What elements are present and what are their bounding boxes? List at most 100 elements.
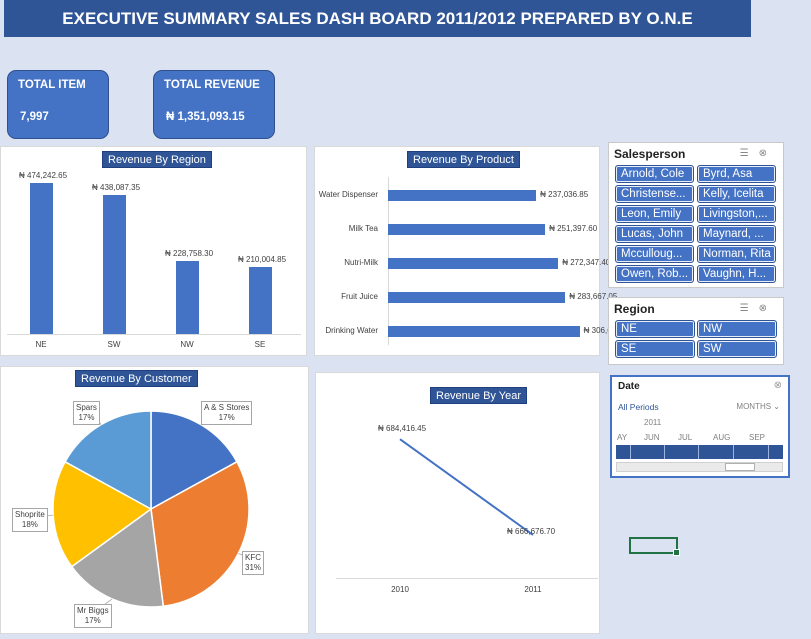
time-level-dropdown[interactable]: MONTHS ⌄ (736, 402, 780, 411)
clear-filter-icon[interactable]: ⊗ (759, 148, 777, 159)
salesperson-slicer-title: Salesperson (614, 147, 686, 161)
year-series-line (399, 438, 534, 536)
salesperson-slicer-controls[interactable]: ☰⊗ (740, 148, 777, 159)
product-data-label: ₦ 272,347.40 (562, 258, 611, 267)
region-x-axis (7, 334, 301, 335)
timeline-month-divider (733, 445, 734, 459)
timeline-month-label[interactable]: JUL (678, 433, 692, 442)
revenue-by-region-chart[interactable]: Revenue By Region ₦ 474,242.65 NE ₦ 438,08… (0, 146, 307, 356)
pie-slice-label: Spars 17% (73, 401, 100, 425)
timeline-month-label[interactable]: SEP (749, 433, 765, 442)
pie-slice-label: Mr Biggs 17% (74, 604, 112, 628)
product-data-label: ₦ 251,397.60 (549, 224, 598, 233)
salesperson-option[interactable]: Leon, Emily (615, 205, 694, 223)
pie-slice-name: KFC (245, 553, 261, 562)
region-bar (248, 267, 272, 334)
product-bar (388, 223, 546, 235)
timeline-year: 2011 (644, 418, 662, 427)
salesperson-option[interactable]: Owen, Rob... (615, 265, 694, 283)
revenue-by-customer-chart[interactable]: Revenue By Customer A & S Stores 17% KFC 31… (0, 366, 309, 634)
timeline-month-divider (768, 445, 769, 459)
salesperson-option[interactable]: Christense... (615, 185, 694, 203)
pie-slice-label: A & S Stores 17% (201, 401, 253, 425)
region-category-label: NE (35, 340, 47, 349)
product-chart-title: Revenue By Product (407, 151, 520, 168)
year-x-axis (336, 578, 598, 579)
date-slicer-title: Date (618, 381, 640, 392)
timeline-month-label[interactable]: AUG (713, 433, 730, 442)
region-option[interactable]: NW (697, 320, 777, 338)
revenue-by-product-chart[interactable]: Revenue By Product ₦ 237,036.85 Water Dis… (314, 146, 632, 356)
product-category-label: Nutri-Milk (344, 258, 378, 267)
salesperson-option[interactable]: Lucas, John (615, 225, 694, 243)
multi-select-icon[interactable]: ☰ (740, 303, 759, 314)
total-revenue-card: TOTAL REVENUE ₦ 1,351,093.15 (153, 70, 275, 139)
all-periods-label[interactable]: All Periods (618, 402, 659, 412)
product-bar (388, 189, 537, 201)
total-item-label: TOTAL ITEM (18, 79, 86, 91)
year-category-label: 2011 (524, 585, 542, 594)
product-data-label: ₦ 237,036.85 (540, 190, 589, 199)
region-slicer-title: Region (614, 302, 655, 316)
selected-cell[interactable] (629, 537, 680, 556)
timeline-month-divider (630, 445, 631, 459)
dashboard-title: EXECUTIVE SUMMARY SALES DASH BOARD 2011/… (4, 0, 751, 37)
salesperson-option[interactable]: Vaughn, H... (697, 265, 776, 283)
product-category-label: Water Dispenser (318, 190, 378, 199)
total-revenue-label: TOTAL REVENUE (164, 79, 260, 91)
region-option[interactable]: SW (697, 340, 777, 358)
salesperson-option[interactable]: Norman, Rita (697, 245, 776, 263)
total-item-value: 7,997 (20, 111, 49, 123)
product-category-label: Milk Tea (348, 224, 378, 233)
pie-slice-pct: 31% (245, 563, 262, 572)
year-data-label: ₦ 684,416.45 (378, 424, 427, 434)
timeline-scroll-thumb[interactable] (725, 463, 755, 471)
multi-select-icon[interactable]: ☰ (740, 148, 759, 159)
date-timeline-slicer[interactable]: Date ⊗ All Periods MONTHS ⌄ 2011 AY JUN JU… (610, 375, 790, 478)
timeline-month-divider (664, 445, 665, 459)
region-category-label: NW (180, 340, 194, 349)
pie-slice-pct: 17% (78, 413, 95, 422)
region-data-label: ₦ 228,758.30 (165, 249, 214, 259)
year-data-label: ₦ 666,676.70 (507, 526, 556, 536)
timeline-month-label[interactable]: AY (617, 433, 627, 442)
region-slicer[interactable]: Region ☰⊗ NE NW SE SW (608, 297, 784, 365)
product-bar (388, 325, 580, 337)
salesperson-slicer[interactable]: Salesperson ☰⊗ Arnold, Cole Byrd, Asa Chri… (608, 142, 784, 288)
pie-slice-pct: 17% (84, 616, 101, 625)
product-category-label: Fruit Juice (341, 292, 378, 301)
total-item-card: TOTAL ITEM 7,997 (7, 70, 109, 139)
product-bar (388, 257, 559, 269)
revenue-by-year-chart[interactable]: Revenue By Year ₦ 684,416.45 2010 ₦ 666,67… (315, 372, 600, 634)
region-bar (175, 261, 199, 334)
timeline-scrollbar[interactable] (616, 462, 783, 472)
clear-filter-icon[interactable]: ⊗ (759, 303, 777, 314)
region-chart-title: Revenue By Region (102, 151, 212, 168)
product-category-label: Drinking Water (325, 326, 378, 335)
salesperson-option[interactable]: Byrd, Asa (697, 165, 776, 183)
clear-filter-icon[interactable]: ⊗ (774, 380, 782, 391)
pie-slice-name: Shoprite (15, 510, 45, 519)
region-bar (102, 194, 126, 334)
product-bar (388, 291, 566, 303)
region-category-label: SE (254, 340, 266, 349)
timeline-track[interactable] (616, 445, 783, 459)
salesperson-option[interactable]: Mcculloug... (615, 245, 694, 263)
region-bar (29, 183, 53, 334)
timeline-month-label[interactable]: JUN (644, 433, 660, 442)
region-slicer-controls[interactable]: ☰⊗ (740, 303, 777, 314)
year-line (399, 438, 534, 536)
salesperson-option[interactable]: Arnold, Cole (615, 165, 694, 183)
region-option[interactable]: SE (615, 340, 695, 358)
salesperson-option[interactable]: Kelly, Icelita (697, 185, 776, 203)
salesperson-option[interactable]: Livingston,... (697, 205, 776, 223)
customer-pie (29, 410, 261, 615)
year-category-label: 2010 (391, 585, 409, 594)
total-revenue-value: ₦ 1,351,093.15 (166, 111, 245, 123)
salesperson-option[interactable]: Maynard, ... (697, 225, 776, 243)
pie-slice-name: A & S Stores (204, 403, 250, 412)
region-category-label: SW (107, 340, 121, 349)
region-data-label: ₦ 210,004.85 (238, 255, 287, 265)
pie-slice-pct: 17% (218, 413, 235, 422)
region-option[interactable]: NE (615, 320, 695, 338)
